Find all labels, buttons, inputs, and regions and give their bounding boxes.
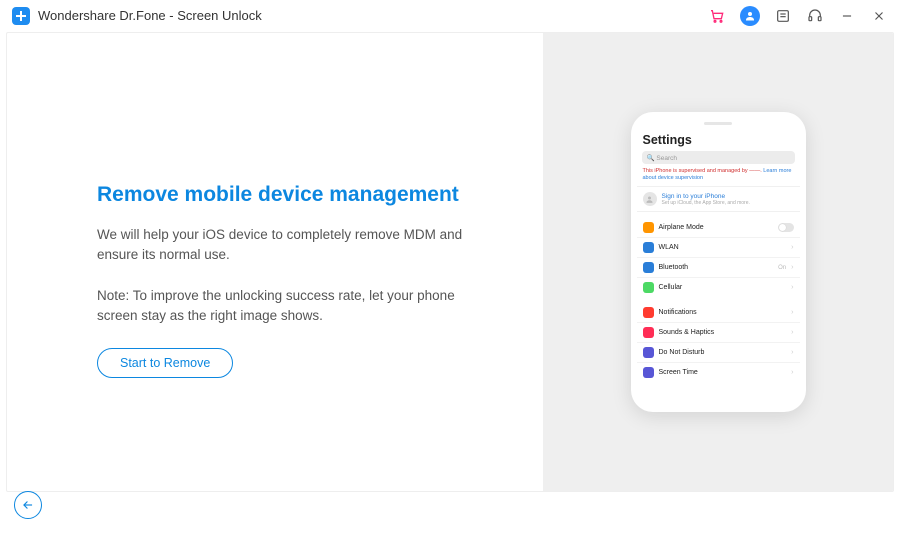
support-icon[interactable] <box>806 7 824 25</box>
feedback-icon[interactable] <box>774 7 792 25</box>
phone-speaker <box>704 122 732 125</box>
settings-row-icon <box>643 262 654 273</box>
phone-settings-group-1: Airplane Mode WLAN › Bluetooth On › Cellular › <box>637 218 800 297</box>
settings-row-icon <box>643 222 654 233</box>
chevron-right-icon: › <box>791 309 793 316</box>
phone-settings-row: Bluetooth On › <box>637 258 800 278</box>
settings-row-label: Notifications <box>659 309 787 316</box>
phone-settings-title: Settings <box>637 129 800 149</box>
page-heading: Remove mobile device management <box>97 183 503 207</box>
settings-row-icon <box>643 242 654 253</box>
settings-row-icon <box>643 367 654 378</box>
close-button[interactable] <box>870 7 888 25</box>
settings-row-label: Sounds & Haptics <box>659 329 787 336</box>
chevron-right-icon: › <box>791 369 793 376</box>
settings-row-icon <box>643 282 654 293</box>
settings-row-icon <box>643 327 654 338</box>
phone-mockup: Settings 🔍 Search This iPhone is supervi… <box>631 112 806 412</box>
chevron-right-icon: › <box>791 349 793 356</box>
phone-settings-row: Airplane Mode <box>637 218 800 238</box>
phone-settings-row: Do Not Disturb › <box>637 343 800 363</box>
cart-icon[interactable] <box>708 7 726 25</box>
phone-signin-row: Sign in to your iPhone Set up iCloud, th… <box>637 186 800 212</box>
settings-row-label: Bluetooth <box>659 264 774 271</box>
user-avatar-icon[interactable] <box>740 6 760 26</box>
page-description: We will help your iOS device to complete… <box>97 225 497 266</box>
phone-search-field: 🔍 Search <box>642 151 795 164</box>
start-remove-button[interactable]: Start to Remove <box>97 348 233 378</box>
settings-row-icon <box>643 347 654 358</box>
settings-row-icon <box>643 307 654 318</box>
chevron-right-icon: › <box>791 284 793 291</box>
page-note: Note: To improve the unlocking success r… <box>97 286 497 327</box>
chevron-right-icon: › <box>791 244 793 251</box>
phone-settings-row: Cellular › <box>637 278 800 297</box>
settings-row-label: Screen Time <box>659 369 787 376</box>
settings-row-label: Airplane Mode <box>659 224 773 231</box>
settings-row-label: Cellular <box>659 284 782 291</box>
app-logo <box>12 7 30 25</box>
phone-settings-group-2: Notifications›Sounds & Haptics›Do Not Di… <box>637 303 800 382</box>
settings-row-value: On <box>778 265 786 271</box>
phone-settings-row: Screen Time › <box>637 363 800 382</box>
settings-row-label: WLAN <box>659 244 782 251</box>
phone-settings-row: Notifications › <box>637 303 800 323</box>
minimize-button[interactable] <box>838 7 856 25</box>
chevron-right-icon: › <box>791 329 793 336</box>
phone-settings-row: WLAN › <box>637 238 800 258</box>
phone-settings-row: Sounds & Haptics › <box>637 323 800 343</box>
phone-mdm-notice: This iPhone is supervised and managed by… <box>637 168 800 184</box>
person-icon <box>643 192 657 206</box>
app-title: Wondershare Dr.Fone - Screen Unlock <box>38 8 262 23</box>
settings-row-label: Do Not Disturb <box>659 349 787 356</box>
toggle-switch <box>778 223 794 232</box>
chevron-right-icon: › <box>791 264 793 271</box>
back-button[interactable] <box>14 491 42 519</box>
search-icon: 🔍 <box>647 155 655 162</box>
